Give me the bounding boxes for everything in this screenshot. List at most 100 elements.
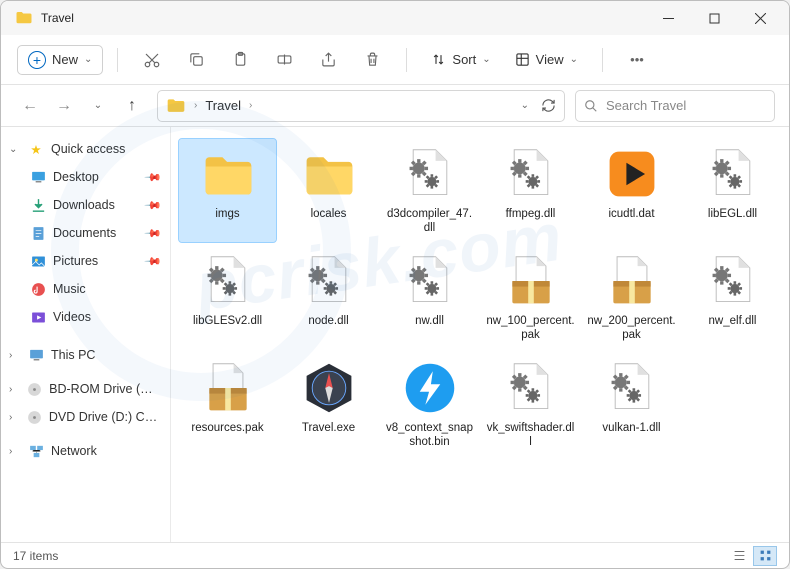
nav-pane: ⌄ ★ Quick access Desktop📌 Downloads 📌 Doc… xyxy=(1,127,171,542)
file-item[interactable]: nw_200_percent.pak xyxy=(583,246,680,349)
file-item[interactable]: imgs xyxy=(179,139,276,242)
recent-button[interactable]: ⌄ xyxy=(83,91,113,121)
sidebar-item-documents[interactable]: Documents📌 xyxy=(1,219,170,247)
pin-icon: 📌 xyxy=(144,196,163,215)
chevron-right-icon: › xyxy=(9,384,20,395)
back-button[interactable]: ← xyxy=(15,91,45,121)
file-icon-pak xyxy=(199,359,257,417)
file-icon-dll xyxy=(199,252,257,310)
paste-button[interactable] xyxy=(220,42,260,78)
new-label: New xyxy=(52,52,78,67)
file-label: nw.dll xyxy=(415,314,444,328)
file-icon-dll xyxy=(401,145,459,203)
network[interactable]: › Network xyxy=(1,437,170,465)
sidebar-item-music[interactable]: Music xyxy=(1,275,170,303)
disc-icon xyxy=(26,380,43,398)
cut-button[interactable] xyxy=(132,42,172,78)
file-pane[interactable]: imgs locales d3dcompiler_47.dll ffmpeg.d… xyxy=(171,127,789,542)
sidebar-item-pictures[interactable]: Pictures 📌 xyxy=(1,247,170,275)
explorer-window: pcrisk.com Travel + New ⌄ Sort ⌄ View xyxy=(0,0,790,569)
maximize-button[interactable] xyxy=(691,1,737,35)
copy-button[interactable] xyxy=(176,42,216,78)
file-label: libEGL.dll xyxy=(708,207,757,221)
more-button[interactable]: ••• xyxy=(617,42,657,78)
file-item[interactable]: vk_swiftshader.dll xyxy=(482,353,579,456)
file-label: Travel.exe xyxy=(302,421,355,435)
details-view-button[interactable] xyxy=(727,546,751,566)
this-pc[interactable]: › This PC xyxy=(1,341,170,369)
refresh-button[interactable] xyxy=(541,98,556,113)
sort-button[interactable]: Sort ⌄ xyxy=(421,42,500,78)
up-button[interactable]: ↑ xyxy=(117,91,147,121)
desktop-icon xyxy=(29,168,47,186)
item-count: 17 items xyxy=(13,549,58,563)
delete-button[interactable] xyxy=(352,42,392,78)
file-item[interactable]: v8_context_snapshot.bin xyxy=(381,353,478,456)
address-segment[interactable]: Travel xyxy=(201,96,245,115)
file-item[interactable]: vulkan-1.dll xyxy=(583,353,680,456)
chevron-down-icon: ⌄ xyxy=(482,54,490,65)
sidebar-item-downloads[interactable]: Downloads 📌 xyxy=(1,191,170,219)
file-item[interactable]: libEGL.dll xyxy=(684,139,781,242)
pin-icon: 📌 xyxy=(144,224,163,243)
drive-item[interactable]: › BD-ROM Drive (E:) C xyxy=(1,375,170,403)
status-bar: 17 items xyxy=(1,542,789,568)
file-item[interactable]: nw_elf.dll xyxy=(684,246,781,349)
file-icon-dll xyxy=(704,252,762,310)
rename-button[interactable] xyxy=(264,42,304,78)
file-label: node.dll xyxy=(308,314,348,328)
forward-button[interactable]: → xyxy=(49,91,79,121)
file-item[interactable]: ffmpeg.dll xyxy=(482,139,579,242)
file-label: nw_elf.dll xyxy=(709,314,757,328)
body: ⌄ ★ Quick access Desktop📌 Downloads 📌 Doc… xyxy=(1,127,789,542)
file-label: v8_context_snapshot.bin xyxy=(385,421,475,450)
sidebar-item-videos[interactable]: Videos xyxy=(1,303,170,331)
file-item[interactable]: d3dcompiler_47.dll xyxy=(381,139,478,242)
file-icon-dll xyxy=(704,145,762,203)
pc-icon xyxy=(27,346,45,364)
file-item[interactable]: libGLESv2.dll xyxy=(179,246,276,349)
icons-view-button[interactable] xyxy=(753,546,777,566)
network-label: Network xyxy=(51,444,97,458)
file-icon-pak xyxy=(603,252,661,310)
sidebar-item-desktop[interactable]: Desktop📌 xyxy=(1,163,170,191)
file-item[interactable]: locales xyxy=(280,139,377,242)
share-button[interactable] xyxy=(308,42,348,78)
sidebar-item-label: Pictures xyxy=(53,254,140,268)
file-item[interactable]: icudtl.dat xyxy=(583,139,680,242)
file-icon-dat xyxy=(603,145,661,203)
chevron-right-icon: › xyxy=(194,100,197,111)
star-icon: ★ xyxy=(27,140,45,158)
file-item[interactable]: nw.dll xyxy=(381,246,478,349)
sidebar-item-label: Downloads xyxy=(53,198,140,212)
file-label: ffmpeg.dll xyxy=(506,207,556,221)
chevron-down-icon[interactable]: ⌄ xyxy=(521,100,529,111)
quick-access[interactable]: ⌄ ★ Quick access xyxy=(1,135,170,163)
close-button[interactable] xyxy=(737,1,783,35)
drive-label: BD-ROM Drive (E:) C xyxy=(49,382,160,396)
search-box[interactable]: Search Travel xyxy=(575,90,775,122)
view-button[interactable]: View ⌄ xyxy=(505,42,588,78)
file-label: nw_200_percent.pak xyxy=(587,314,677,343)
pin-icon: 📌 xyxy=(144,168,163,187)
file-item[interactable]: resources.pak xyxy=(179,353,276,456)
file-item[interactable]: node.dll xyxy=(280,246,377,349)
file-icon-pak xyxy=(502,252,560,310)
sidebar-item-label: Videos xyxy=(53,310,160,324)
drive-item[interactable]: › DVD Drive (D:) CCCC xyxy=(1,403,170,431)
file-icon-exe-compass xyxy=(300,359,358,417)
file-item[interactable]: Travel.exe xyxy=(280,353,377,456)
music-icon xyxy=(29,280,47,298)
pin-icon: 📌 xyxy=(144,252,163,271)
titlebar: Travel xyxy=(1,1,789,35)
file-item[interactable]: nw_100_percent.pak xyxy=(482,246,579,349)
file-label: d3dcompiler_47.dll xyxy=(385,207,475,236)
file-icon-folder xyxy=(300,145,358,203)
file-label: icudtl.dat xyxy=(608,207,654,221)
minimize-button[interactable] xyxy=(645,1,691,35)
file-icon-bin xyxy=(401,359,459,417)
chevron-down-icon: ⌄ xyxy=(9,144,21,155)
address-bar[interactable]: › Travel › ⌄ xyxy=(157,90,565,122)
new-button[interactable]: + New ⌄ xyxy=(17,45,103,75)
window-title: Travel xyxy=(41,11,645,25)
